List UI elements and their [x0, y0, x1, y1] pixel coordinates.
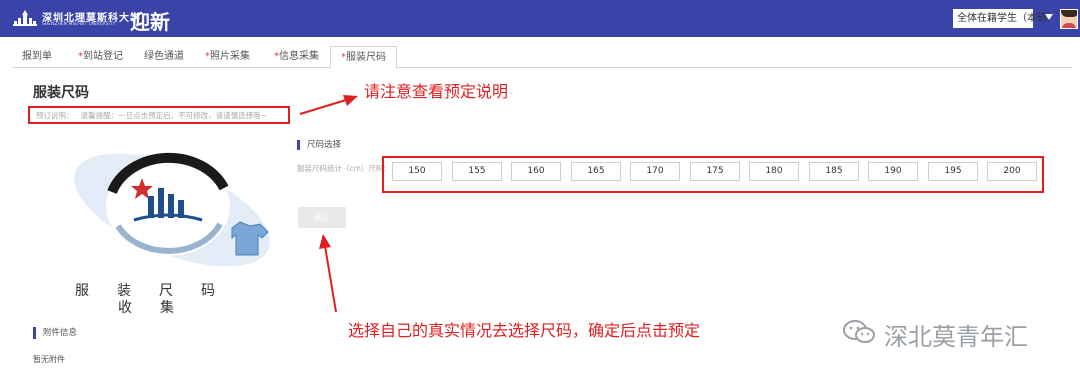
- page-title: 服装尺码: [33, 85, 89, 101]
- size-option-185[interactable]: 185: [809, 162, 859, 181]
- size-option-175[interactable]: 175: [690, 162, 740, 181]
- size-option-200[interactable]: 200: [987, 162, 1037, 181]
- size-option-180[interactable]: 180: [749, 162, 799, 181]
- university-seal-icon: [74, 152, 270, 267]
- attachments-empty-text: 暂无附件: [33, 355, 65, 364]
- tab-station-check-in[interactable]: *到站登记: [68, 46, 133, 68]
- tab-photo-collection[interactable]: *照片采集: [195, 46, 260, 68]
- tab-green-channel[interactable]: 绿色通道: [134, 46, 194, 68]
- notice-highlight-box: 预订说明： 温馨提醒：一旦点击预定后，不可修改，请谨慎选择哦~: [28, 106, 290, 124]
- size-option-170[interactable]: 170: [630, 162, 680, 181]
- callout-choose-size: 选择自己的真实情况去选择尺码，确定后点击预定: [348, 321, 701, 340]
- watermark-text: 深北莫青年汇: [884, 323, 1028, 351]
- university-subtitle: SHENZHEN MSU-BIT UNIVERSITY: [42, 22, 116, 27]
- size-option-155[interactable]: 155: [452, 162, 502, 181]
- size-option-195[interactable]: 195: [928, 162, 978, 181]
- role-selector[interactable]: 全体在籍学生（本研）: [953, 9, 1057, 28]
- chevron-down-icon[interactable]: [1045, 14, 1053, 20]
- illustration-caption-line2: 收集: [118, 300, 202, 316]
- size-option-190[interactable]: 190: [868, 162, 918, 181]
- arrow-to-notice-icon: [299, 95, 358, 115]
- top-bar: 深圳北理莫斯科大学 SHENZHEN MSU-BIT UNIVERSITY 迎新…: [0, 0, 1080, 37]
- callout-check-notice: 请注意查看预定说明: [364, 82, 509, 101]
- app-title: 迎新: [130, 10, 170, 34]
- arrow-to-reserve-icon: [319, 234, 337, 313]
- university-emblem-icon: [13, 10, 37, 26]
- clothing-size-illustration: [72, 140, 282, 280]
- reservation-notice: 预订说明： 温馨提醒：一旦点击预定后，不可修改，请谨慎选择哦~: [36, 111, 267, 120]
- size-field-label: 服装尺码统计（cm）尺码:: [297, 164, 386, 173]
- tab-clothing-size[interactable]: *服装尺码: [330, 46, 397, 69]
- size-selection-heading: 尺码选择: [297, 140, 341, 150]
- attachments-heading: 附件信息: [33, 327, 77, 339]
- avatar[interactable]: [1060, 9, 1078, 29]
- tab-registration-form[interactable]: 报到单: [12, 46, 62, 68]
- size-option-160[interactable]: 160: [511, 162, 561, 181]
- size-option-165[interactable]: 165: [571, 162, 621, 181]
- tab-bar: 报到单 *到站登记 绿色通道 *照片采集 *信息采集 *服装尺码: [12, 46, 1072, 69]
- wechat-icon: [843, 320, 875, 343]
- size-option-150[interactable]: 150: [392, 162, 442, 181]
- tab-info-collection[interactable]: *信息采集: [264, 46, 329, 68]
- reserve-button[interactable]: 预订: [298, 207, 346, 228]
